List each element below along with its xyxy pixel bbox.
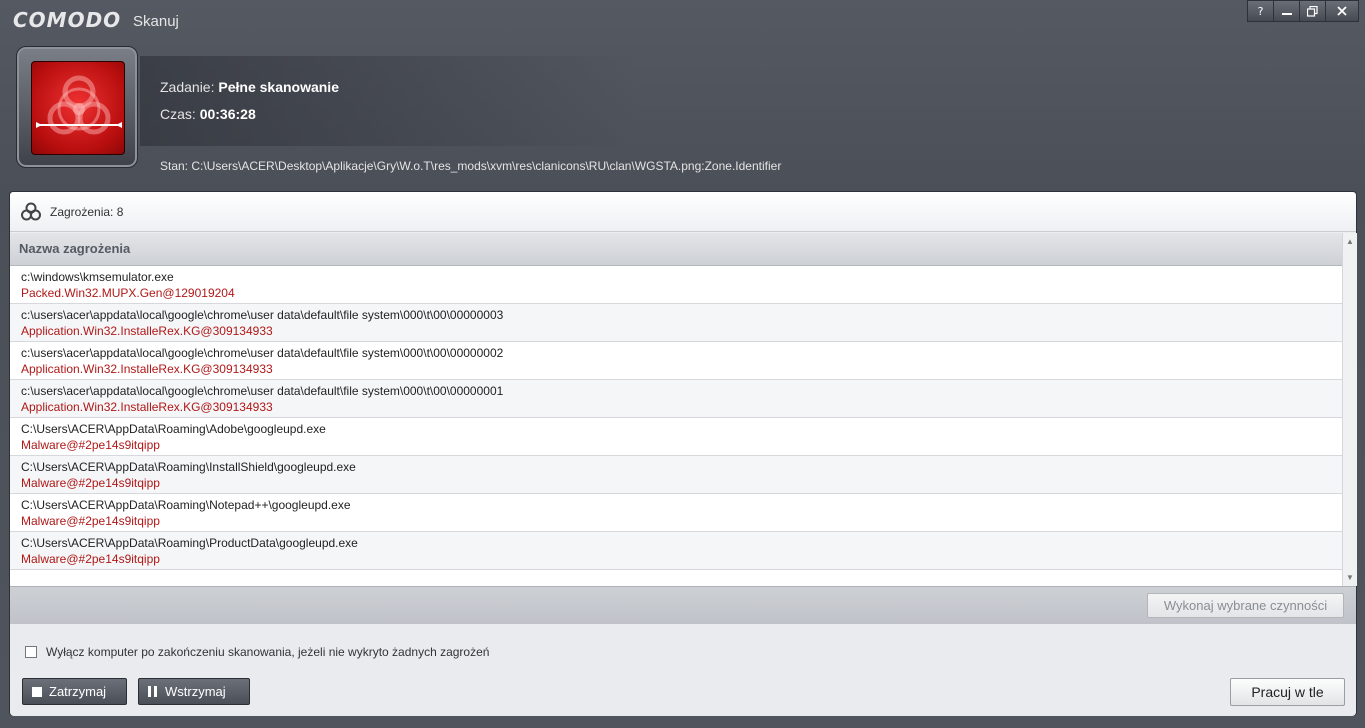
threat-name: Malware@#2pe14s9itqipp xyxy=(21,476,160,490)
threat-name: Malware@#2pe14s9itqipp xyxy=(21,438,160,452)
threat-path: C:\Users\ACER\AppData\Roaming\Adobe\goog… xyxy=(21,422,326,436)
time-label: Czas: xyxy=(160,106,196,122)
close-icon xyxy=(1337,6,1347,16)
time-value: 00:36:28 xyxy=(199,106,256,122)
table-row[interactable]: C:\Users\ACER\AppData\Roaming\InstallShi… xyxy=(10,456,1342,494)
scan-status-badge xyxy=(16,46,138,168)
column-header-threat-name[interactable]: Nazwa zagrożenia xyxy=(10,233,1342,266)
threat-path: C:\Users\ACER\AppData\Roaming\InstallShi… xyxy=(21,460,356,474)
minimize-button[interactable] xyxy=(1273,0,1300,22)
threat-list: c:\windows\kmsemulator.exe Packed.Win32.… xyxy=(10,266,1342,586)
apply-actions-button[interactable]: Wykonaj wybrane czynności xyxy=(1147,593,1344,618)
table-row[interactable]: C:\Users\ACER\AppData\Roaming\ProductDat… xyxy=(10,532,1342,570)
threat-path: c:\users\acer\appdata\local\google\chrom… xyxy=(21,346,504,360)
action-bar: Wykonaj wybrane czynności xyxy=(10,586,1356,624)
footer: Wyłącz komputer po zakończeniu skanowani… xyxy=(10,624,1356,716)
window-title: Skanuj xyxy=(133,13,179,30)
help-button[interactable]: ? xyxy=(1247,0,1274,22)
table-row[interactable]: c:\windows\kmsemulator.exe Packed.Win32.… xyxy=(10,266,1342,304)
scan-window: COMODO Skanuj ? Zadanie: Pełne skanowani… xyxy=(0,0,1365,728)
biohazard-small-icon xyxy=(21,202,41,221)
window-controls: ? xyxy=(1247,0,1359,22)
task-label: Zadanie: xyxy=(160,79,215,95)
threat-name: Application.Win32.InstalleRex.KG@3091349… xyxy=(21,362,273,376)
close-button[interactable] xyxy=(1325,0,1359,22)
stop-button[interactable]: Zatrzymaj xyxy=(22,678,127,705)
table-row[interactable]: C:\Users\ACER\AppData\Roaming\Adobe\goog… xyxy=(10,418,1342,456)
threat-summary-bar: Zagrożenia: 8 xyxy=(10,192,1356,232)
scroll-down-icon[interactable]: ▼ xyxy=(1346,573,1354,582)
table-row[interactable]: c:\users\acer\appdata\local\google\chrom… xyxy=(10,380,1342,418)
threat-path: C:\Users\ACER\AppData\Roaming\ProductDat… xyxy=(21,536,358,550)
threat-name: Malware@#2pe14s9itqipp xyxy=(21,514,160,528)
threat-name: Packed.Win32.MUPX.Gen@129019204 xyxy=(21,286,235,300)
restore-button[interactable] xyxy=(1299,0,1326,22)
scroll-up-icon[interactable]: ▲ xyxy=(1346,237,1354,246)
time-info: Czas: 00:36:28 xyxy=(160,106,256,122)
pause-button[interactable]: Wstrzymaj xyxy=(138,678,250,705)
restore-icon xyxy=(1307,5,1318,17)
results-panel: Zagrożenia: 8 Nazwa zagrożenia c:\window… xyxy=(9,191,1357,716)
minimize-icon xyxy=(1281,13,1292,15)
biohazard-icon xyxy=(31,61,125,155)
table-row[interactable]: c:\users\acer\appdata\local\google\chrom… xyxy=(10,304,1342,342)
threat-list-scrollbar[interactable]: ▲ ▼ xyxy=(1342,233,1357,586)
threat-name: Application.Win32.InstalleRex.KG@3091349… xyxy=(21,324,273,338)
shutdown-label[interactable]: Wyłącz komputer po zakończeniu skanowani… xyxy=(46,645,489,659)
pause-label: Wstrzymaj xyxy=(165,684,226,699)
threat-path: c:\windows\kmsemulator.exe xyxy=(21,270,174,284)
threat-path: c:\users\acer\appdata\local\google\chrom… xyxy=(21,384,504,398)
task-info: Zadanie: Pełne skanowanie xyxy=(160,79,339,95)
stop-label: Zatrzymaj xyxy=(49,684,107,699)
stop-icon xyxy=(32,686,42,697)
table-row[interactable]: C:\Users\ACER\AppData\Roaming\Notepad++\… xyxy=(10,494,1342,532)
pause-icon xyxy=(148,686,157,697)
comodo-logo: COMODO xyxy=(13,8,122,32)
run-in-background-button[interactable]: Pracuj w tle xyxy=(1230,678,1345,706)
task-value: Pełne skanowanie xyxy=(218,79,339,95)
scan-status-path: Stan: C:\Users\ACER\Desktop\Aplikacje\Gr… xyxy=(160,159,782,173)
threat-count: Zagrożenia: 8 xyxy=(50,205,124,219)
threat-name: Malware@#2pe14s9itqipp xyxy=(21,552,160,566)
threat-path: C:\Users\ACER\AppData\Roaming\Notepad++\… xyxy=(21,498,351,512)
threat-name: Application.Win32.InstalleRex.KG@3091349… xyxy=(21,400,273,414)
shutdown-checkbox[interactable] xyxy=(25,646,37,658)
table-row[interactable]: c:\users\acer\appdata\local\google\chrom… xyxy=(10,342,1342,380)
header-band xyxy=(140,56,640,146)
threat-path: c:\users\acer\appdata\local\google\chrom… xyxy=(21,308,504,322)
